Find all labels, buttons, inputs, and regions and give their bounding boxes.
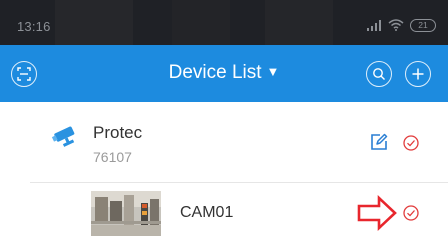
signal-bars-icon bbox=[367, 20, 381, 31]
battery-icon: 21 bbox=[410, 18, 436, 32]
check-circle-icon[interactable] bbox=[403, 135, 419, 151]
camera-thumbnail[interactable] bbox=[91, 191, 161, 236]
app-header: Device List ▼ bbox=[0, 45, 448, 102]
channel-name: CAM01 bbox=[180, 204, 234, 221]
device-id: 76107 bbox=[93, 149, 132, 165]
blurred-background-tab bbox=[55, 0, 133, 45]
add-device-button[interactable] bbox=[405, 61, 431, 87]
device-row[interactable]: Protec 76107 bbox=[0, 102, 448, 182]
page-title-text: Device List bbox=[168, 62, 262, 83]
status-bar: 13:16 21 bbox=[0, 0, 448, 45]
status-icons: 21 bbox=[366, 15, 436, 35]
device-name: Protec bbox=[93, 123, 143, 142]
plus-icon bbox=[412, 68, 424, 80]
search-icon bbox=[373, 68, 385, 80]
red-outline-arrow-icon bbox=[357, 195, 397, 231]
dropdown-caret-icon: ▼ bbox=[266, 64, 280, 79]
blurred-background-tab bbox=[172, 0, 230, 45]
edit-icon[interactable] bbox=[370, 133, 388, 151]
security-camera-icon bbox=[51, 126, 75, 147]
camera-snapshot-image bbox=[91, 191, 161, 236]
wifi-icon bbox=[388, 19, 404, 31]
blurred-background-tab bbox=[265, 0, 333, 45]
channel-row[interactable]: CAM01 bbox=[0, 183, 448, 241]
search-button[interactable] bbox=[366, 61, 392, 87]
check-circle-icon[interactable] bbox=[403, 205, 419, 221]
status-time: 13:16 bbox=[17, 19, 51, 34]
